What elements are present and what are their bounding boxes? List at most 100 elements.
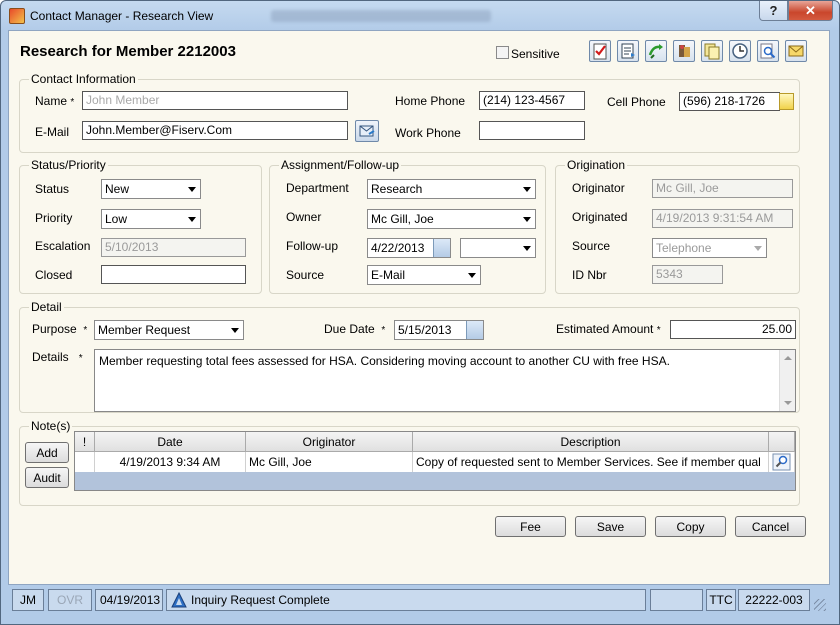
note-flag-cell <box>75 452 95 472</box>
people-icon[interactable] <box>673 40 695 62</box>
department-label: Department <box>286 181 349 195</box>
details-textarea[interactable]: Member requesting total fees assessed fo… <box>94 349 796 412</box>
detail-label: Detail <box>29 300 64 314</box>
status-dropdown[interactable]: New <box>101 179 201 199</box>
column-header-originator[interactable]: Originator <box>246 432 413 452</box>
home-phone-label: Home Phone <box>395 94 466 108</box>
view-note-icon[interactable] <box>769 452 795 472</box>
priority-dropdown[interactable]: Low <box>101 209 201 229</box>
account-code: 22222-003 <box>738 589 810 611</box>
column-header-date[interactable]: Date <box>95 432 246 452</box>
assignment-source-dropdown[interactable]: E-Mail <box>367 265 481 285</box>
priority-label: Priority <box>35 211 73 225</box>
note-description-cell: Copy of requested sent to Member Service… <box>413 452 769 472</box>
purpose-label: Purpose * <box>32 322 88 336</box>
origination-label: Origination <box>565 158 628 172</box>
note-originator-cell: Mc Gill, Joe <box>246 452 413 472</box>
status-empty-panel <box>650 589 703 611</box>
column-header-flag[interactable]: ! <box>75 432 95 452</box>
followup-label: Follow-up <box>286 239 339 253</box>
copy-button[interactable]: Copy <box>655 516 726 537</box>
search-icon[interactable] <box>757 40 779 62</box>
notes-label: Note(s) <box>29 419 73 433</box>
page-title: Research for Member 2212003 <box>20 43 236 60</box>
chevron-down-icon <box>231 328 239 333</box>
closed-label: Closed <box>35 268 73 282</box>
close-button[interactable]: ✕ <box>788 1 833 21</box>
add-note-button[interactable]: Add <box>25 442 69 463</box>
origination-source-dropdown: Telephone <box>652 238 767 258</box>
notes-table: ! Date Originator Description 4/19/2013 … <box>74 431 796 491</box>
chevron-down-icon <box>468 273 476 278</box>
contact-information-label: Contact Information <box>29 72 138 86</box>
status-logo-icon <box>171 592 187 608</box>
chevron-down-icon <box>523 246 531 251</box>
originator-label: Originator <box>572 181 625 195</box>
closed-field[interactable] <box>101 265 246 284</box>
purpose-dropdown[interactable]: Member Request <box>94 320 244 340</box>
followup-date-picker[interactable]: 4/22/2013 <box>367 238 451 258</box>
name-label: Name * <box>35 94 75 108</box>
chevron-down-icon <box>754 246 762 251</box>
scroll-up-icon[interactable] <box>784 356 792 360</box>
cancel-button[interactable]: Cancel <box>735 516 806 537</box>
document-icon[interactable] <box>617 40 639 62</box>
estimated-amount-field[interactable]: 25.00 <box>670 320 796 339</box>
sensitive-label: Sensitive <box>511 47 560 61</box>
id-nbr-label: ID Nbr <box>572 268 607 282</box>
copy-icon[interactable] <box>701 40 723 62</box>
email-label: E-Mail <box>35 125 70 139</box>
resize-grip-icon[interactable] <box>814 599 826 611</box>
assignment-followup-label: Assignment/Follow-up <box>279 158 402 172</box>
column-header-description[interactable]: Description <box>413 432 769 452</box>
followup-time-dropdown[interactable] <box>460 238 536 258</box>
owner-label: Owner <box>286 210 322 224</box>
fee-button[interactable]: Fee <box>495 516 566 537</box>
title-bar: Contact Manager - Research View ? ✕ <box>1 1 839 30</box>
due-date-picker[interactable]: 5/15/2013 <box>394 320 484 340</box>
transfer-icon[interactable] <box>645 40 667 62</box>
name-field[interactable]: John Member <box>82 91 348 110</box>
blurred-caption <box>271 10 491 22</box>
assignment-source-label: Source <box>286 268 325 282</box>
save-button[interactable]: Save <box>575 516 646 537</box>
column-header-action <box>769 432 795 452</box>
escalation-field: 5/10/2013 <box>101 238 246 257</box>
owner-dropdown[interactable]: Mc Gill, Joe <box>367 209 536 229</box>
help-button[interactable]: ? <box>759 1 788 21</box>
originator-field: Mc Gill, Joe <box>652 179 793 198</box>
status-message-panel: Inquiry Request Complete <box>166 589 646 611</box>
envelope-icon[interactable] <box>785 40 807 62</box>
status-date: 04/19/2013 <box>95 589 163 611</box>
ttc-indicator: TTC <box>706 589 736 611</box>
audit-button[interactable]: Audit <box>25 467 69 488</box>
due-date-label: Due Date * <box>324 322 386 336</box>
work-phone-label: Work Phone <box>395 126 461 140</box>
cell-phone-field[interactable]: (596) 218-1726 <box>679 92 780 111</box>
home-phone-field[interactable]: (214) 123-4567 <box>479 91 585 110</box>
chevron-down-icon <box>188 217 196 222</box>
email-field[interactable]: John.Member@Fiserv.Com <box>82 121 348 140</box>
send-email-icon[interactable] <box>355 120 379 142</box>
sticky-note-icon[interactable] <box>779 93 794 110</box>
note-date-cell: 4/19/2013 9:34 AM <box>95 452 246 472</box>
status-bar: JM OVR 04/19/2013 Inquiry Request Comple… <box>8 587 830 615</box>
details-text: Member requesting total fees assessed fo… <box>99 354 670 368</box>
origination-source-label: Source <box>572 239 611 253</box>
escalation-label: Escalation <box>35 239 91 253</box>
form-body: Research for Member 2212003 Sensitive Co… <box>8 30 830 585</box>
clock-icon[interactable] <box>729 40 751 62</box>
chevron-down-icon <box>523 217 531 222</box>
app-icon <box>9 8 25 24</box>
work-phone-field[interactable] <box>479 121 585 140</box>
originated-label: Originated <box>572 210 628 224</box>
chevron-down-icon <box>188 187 196 192</box>
scroll-down-icon[interactable] <box>784 401 792 405</box>
originated-field: 4/19/2013 9:31:54 AM <box>652 209 793 228</box>
estimated-amount-label: Estimated Amount * <box>556 322 661 336</box>
checklist-icon[interactable] <box>589 40 611 62</box>
sensitive-checkbox[interactable] <box>496 46 509 59</box>
department-dropdown[interactable]: Research <box>367 179 536 199</box>
details-scrollbar[interactable] <box>779 350 795 411</box>
ovr-indicator: OVR <box>48 589 92 611</box>
